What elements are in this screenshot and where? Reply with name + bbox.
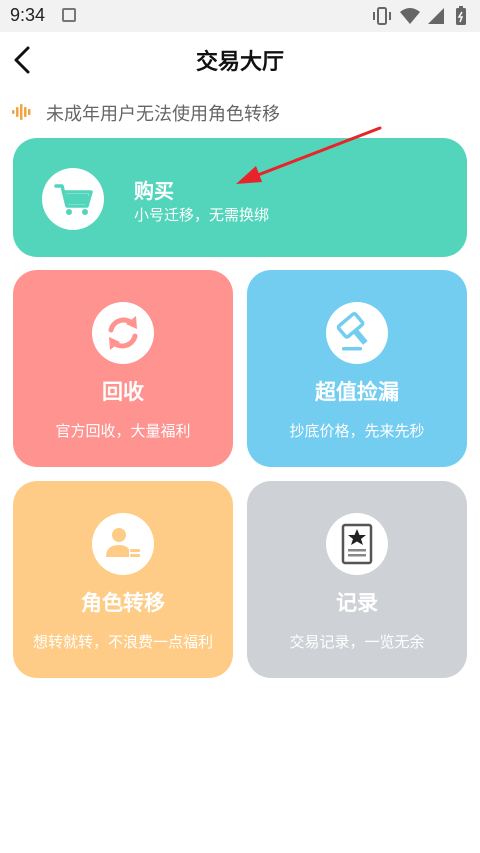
status-icons — [373, 6, 466, 25]
page-title: 交易大厅 — [195, 50, 284, 75]
transfer-subtitle: 想转就转，不浪费一点福利 — [32, 633, 213, 651]
red-pointer-arrow — [236, 126, 382, 184]
refresh-icon — [108, 316, 138, 350]
recycle-title: 回收 — [102, 380, 144, 404]
recycle-icon-circle — [92, 302, 154, 364]
bargain-icon-circle — [326, 302, 388, 364]
transfer-card[interactable]: 角色转移 想转就转，不浪费一点福利 — [13, 481, 233, 678]
recycle-subtitle: 官方回收，大量福利 — [55, 422, 191, 440]
recycle-card[interactable]: 回收 官方回收，大量福利 — [13, 270, 233, 467]
record-title: 记录 — [336, 591, 378, 615]
record-subtitle: 交易记录，一览无余 — [289, 633, 425, 651]
transfer-title: 角色转移 — [81, 591, 165, 615]
record-document-icon — [341, 523, 373, 565]
transfer-icon-circle — [92, 513, 154, 575]
bargain-subtitle: 抄底价格，先来先秒 — [289, 422, 425, 440]
hammer-icon — [336, 311, 368, 351]
buy-title: 购买 — [134, 179, 174, 203]
buy-subtitle: 小号迁移，无需换绑 — [134, 206, 270, 224]
record-icon-circle — [326, 513, 388, 575]
header: 交易大厅 — [0, 32, 480, 88]
status-bar: 9:34 — [0, 0, 480, 32]
bargain-title: 超值捡漏 — [315, 380, 399, 404]
wifi-icon — [400, 8, 420, 24]
bargain-card[interactable]: 超值捡漏 抄底价格，先来先秒 — [247, 270, 467, 467]
vibrate-icon — [373, 7, 391, 25]
notice-text: 未成年用户无法使用角色转移 — [46, 104, 280, 125]
battery-icon — [456, 6, 466, 25]
status-time: 9:34 — [10, 5, 46, 25]
a-notification-icon — [62, 8, 76, 22]
signal-icon — [428, 8, 444, 24]
buy-icon-circle — [42, 168, 104, 230]
sound-wave-icon — [12, 104, 31, 120]
cart-icon — [54, 184, 93, 215]
notice-bar: 未成年用户无法使用角色转移 — [12, 98, 468, 126]
record-card[interactable]: 记录 交易记录，一览无余 — [247, 481, 467, 678]
user-transfer-icon — [106, 528, 140, 557]
